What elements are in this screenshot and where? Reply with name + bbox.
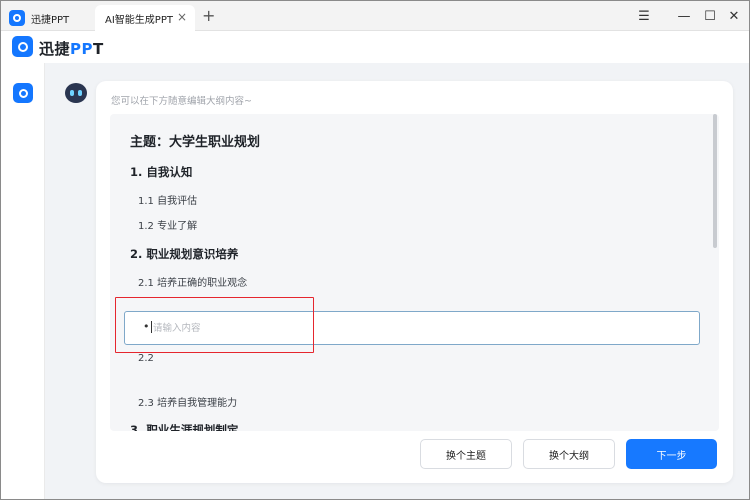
brand-name-accent: PP: [70, 40, 94, 58]
outline-item[interactable]: 2.1 培养正确的职业观念: [138, 274, 247, 289]
tab-ai-ppt[interactable]: AI智能生成PPT ×: [95, 5, 195, 31]
brand-header: 迅捷PPT: [1, 31, 749, 63]
add-tab-icon[interactable]: +: [202, 6, 215, 26]
outline-new-item-input[interactable]: • 请输入内容: [124, 311, 700, 345]
home-logo-icon[interactable]: [13, 83, 33, 103]
outline-item[interactable]: 2.2: [138, 353, 154, 364]
brand-name-main: 迅捷: [39, 40, 71, 58]
outline-title[interactable]: 主题：大学生职业规划: [130, 131, 260, 150]
ai-bot-avatar: [65, 83, 87, 103]
change-theme-button[interactable]: 换个主题: [420, 439, 512, 469]
tab-xunjie-ppt[interactable]: 迅捷PPT: [9, 5, 91, 31]
app-logo-icon: [9, 10, 25, 26]
menu-icon[interactable]: ☰: [633, 5, 655, 27]
maximize-icon[interactable]: ☐: [699, 5, 721, 27]
input-placeholder: 请输入内容: [153, 323, 201, 334]
outline-item[interactable]: 1.1 自我评估: [138, 192, 197, 207]
next-step-button[interactable]: 下一步: [626, 439, 717, 469]
change-outline-button[interactable]: 换个大纲: [523, 439, 615, 469]
brand-logo-icon: [12, 36, 33, 57]
tab-label: AI智能生成PPT: [105, 14, 173, 26]
brand-name-tail: T: [93, 40, 104, 58]
window-close-icon[interactable]: ✕: [723, 5, 745, 27]
left-rail: [1, 63, 45, 499]
close-icon[interactable]: ×: [177, 10, 187, 24]
outline-card: 您可以在下方随意编辑大纲内容~ 主题：大学生职业规划 1. 自我认知 1.1 自…: [96, 81, 733, 483]
text-caret: [151, 321, 152, 333]
app-window: 迅捷PPT AI智能生成PPT × + ☰ — ☐ ✕ 迅捷PPT 您可以在下方…: [0, 0, 750, 500]
brand-name: 迅捷PPT: [39, 38, 104, 59]
outline-item[interactable]: 2.3 培养自我管理能力: [138, 394, 237, 409]
scrollbar-thumb[interactable]: [713, 114, 717, 248]
outline-heading[interactable]: 2. 职业规划意识培养: [130, 246, 238, 262]
minimize-icon[interactable]: —: [673, 5, 695, 27]
bullet-icon: •: [143, 320, 150, 333]
outline-editor[interactable]: 主题：大学生职业规划 1. 自我认知 1.1 自我评估 1.2 专业了解 2. …: [110, 114, 719, 431]
tab-label: 迅捷PPT: [31, 14, 70, 26]
edit-hint: 您可以在下方随意编辑大纲内容~: [111, 96, 252, 107]
outline-heading[interactable]: 3. 职业生涯规划制定: [130, 422, 238, 431]
outline-item[interactable]: 1.2 专业了解: [138, 217, 197, 232]
title-bar: 迅捷PPT AI智能生成PPT × + ☰ — ☐ ✕: [1, 1, 749, 31]
outline-heading[interactable]: 1. 自我认知: [130, 164, 192, 180]
